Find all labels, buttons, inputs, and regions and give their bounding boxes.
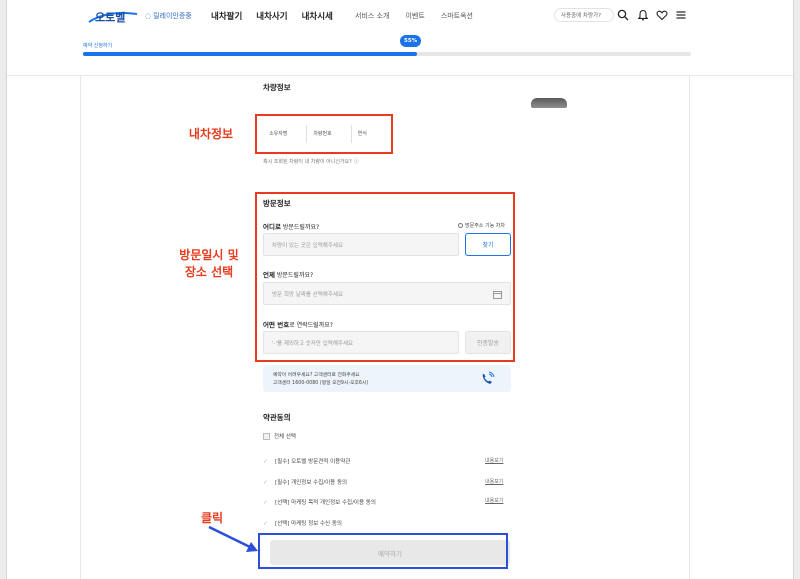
car-thumbnail bbox=[531, 98, 567, 108]
select-all-label: 전체 선택 bbox=[274, 434, 296, 440]
sub-logo-text: 릴레이인증중 bbox=[153, 12, 192, 20]
terms-item-1-view-link[interactable]: 내용보기 bbox=[485, 457, 503, 464]
call-banner-line1: 예약이 어려우세요? 고객센터로 전화주세요 bbox=[273, 373, 360, 378]
progress-track bbox=[83, 52, 691, 56]
visit-annotation: 방문일시 및 장소 선택 bbox=[166, 247, 252, 281]
reserve-button-highlight bbox=[258, 533, 508, 569]
select-all-checkbox[interactable]: 전체 선택 bbox=[263, 432, 296, 440]
help-icon: ⓘ bbox=[353, 159, 359, 165]
sub-nav: 서비스 소개 이벤트 스마트옥션 bbox=[355, 11, 473, 21]
progress-percent-badge: 55% bbox=[400, 35, 422, 47]
phone-call-icon bbox=[482, 371, 495, 384]
bell-icon[interactable] bbox=[637, 9, 649, 21]
main-nav: 내차팔기 내차사기 내차시세 bbox=[211, 10, 333, 22]
terms-item-4-label: [선택] 마케팅 정보 수신 동의 bbox=[275, 521, 342, 527]
heart-icon[interactable] bbox=[656, 9, 668, 21]
checkbox-icon bbox=[263, 432, 270, 440]
not-my-car-text: 혹시 조회된 차량이 내 차량이 아니신가요? bbox=[263, 159, 352, 165]
call-banner-line2: 고객센터 1600-0080 (평일 오전9시-오후6시) bbox=[273, 381, 369, 386]
progress-fill bbox=[83, 52, 418, 56]
terms-item-1-label: [필수] 오토벨 방문견적 이용약관 bbox=[275, 459, 351, 465]
top-header: 오토벨 ◌ 릴레이인증중 내차팔기 내차사기 내차시세 서비스 소개 이벤트 스… bbox=[7, 0, 793, 32]
sub-logo: ◌ 릴레이인증중 bbox=[145, 11, 192, 21]
nav-smart-auction[interactable]: 스마트옥션 bbox=[441, 11, 473, 21]
pointer-arrow-icon bbox=[208, 525, 258, 552]
nav-event[interactable]: 이벤트 bbox=[405, 11, 424, 21]
check-icon: ✓ bbox=[263, 478, 269, 486]
terms-item-2[interactable]: ✓ [필수] 개인정보 수집/이용 동의 bbox=[263, 478, 348, 487]
terms-item-4[interactable]: ✓ [선택] 마케팅 정보 수신 동의 bbox=[263, 519, 342, 528]
cert-icon: ◌ bbox=[145, 12, 152, 20]
check-icon: ✓ bbox=[263, 498, 269, 506]
nav-sell-car[interactable]: 내차팔기 bbox=[211, 10, 242, 22]
terms-title: 약관동의 bbox=[263, 413, 291, 422]
terms-item-2-label: [필수] 개인정보 수집/이용 동의 bbox=[275, 480, 348, 486]
check-icon: ✓ bbox=[263, 519, 269, 527]
vehicle-info-title: 차량정보 bbox=[263, 83, 291, 92]
check-icon: ✓ bbox=[263, 457, 269, 465]
progress-label: 예약 신청하기 bbox=[83, 43, 113, 49]
vehicle-info-annotation: 내차정보 bbox=[188, 127, 234, 141]
visit-annotation-line2: 장소 선택 bbox=[184, 265, 234, 279]
menu-icon[interactable] bbox=[675, 9, 687, 21]
call-center-banner[interactable]: 예약이 어려우세요? 고객센터로 전화주세요 고객센터 1600-0080 (평… bbox=[263, 365, 511, 392]
visit-annotation-line1: 방문일시 및 bbox=[179, 248, 239, 262]
not-my-car-link[interactable]: 혹시 조회된 차량이 내 차량이 아니신가요? ⓘ bbox=[263, 158, 359, 165]
vehicle-info-highlight bbox=[255, 114, 393, 154]
search-icon[interactable] bbox=[617, 9, 629, 21]
terms-item-3[interactable]: ✓ [선택] 마케팅 목적 개인정보 수집/이용 동의 bbox=[263, 498, 376, 507]
terms-item-3-label: [선택] 마케팅 목적 개인정보 수집/이용 동의 bbox=[275, 500, 376, 506]
logo-text: 오토벨 bbox=[95, 10, 125, 24]
terms-item-1[interactable]: ✓ [필수] 오토벨 방문견적 이용약관 bbox=[263, 457, 351, 466]
nav-buy-car[interactable]: 내차사기 bbox=[256, 10, 287, 22]
terms-item-3-view-link[interactable]: 내용보기 bbox=[485, 497, 503, 504]
visit-info-highlight bbox=[255, 192, 515, 362]
nav-car-price[interactable]: 내차시세 bbox=[302, 10, 333, 22]
search-input[interactable]: 사용중에 차량가? bbox=[554, 8, 614, 22]
nav-service-intro[interactable]: 서비스 소개 bbox=[355, 11, 389, 21]
autobell-logo[interactable]: 오토벨 bbox=[87, 6, 139, 26]
progress-section: 예약 신청하기 55% bbox=[7, 32, 793, 76]
terms-item-2-view-link[interactable]: 내용보기 bbox=[485, 478, 503, 485]
